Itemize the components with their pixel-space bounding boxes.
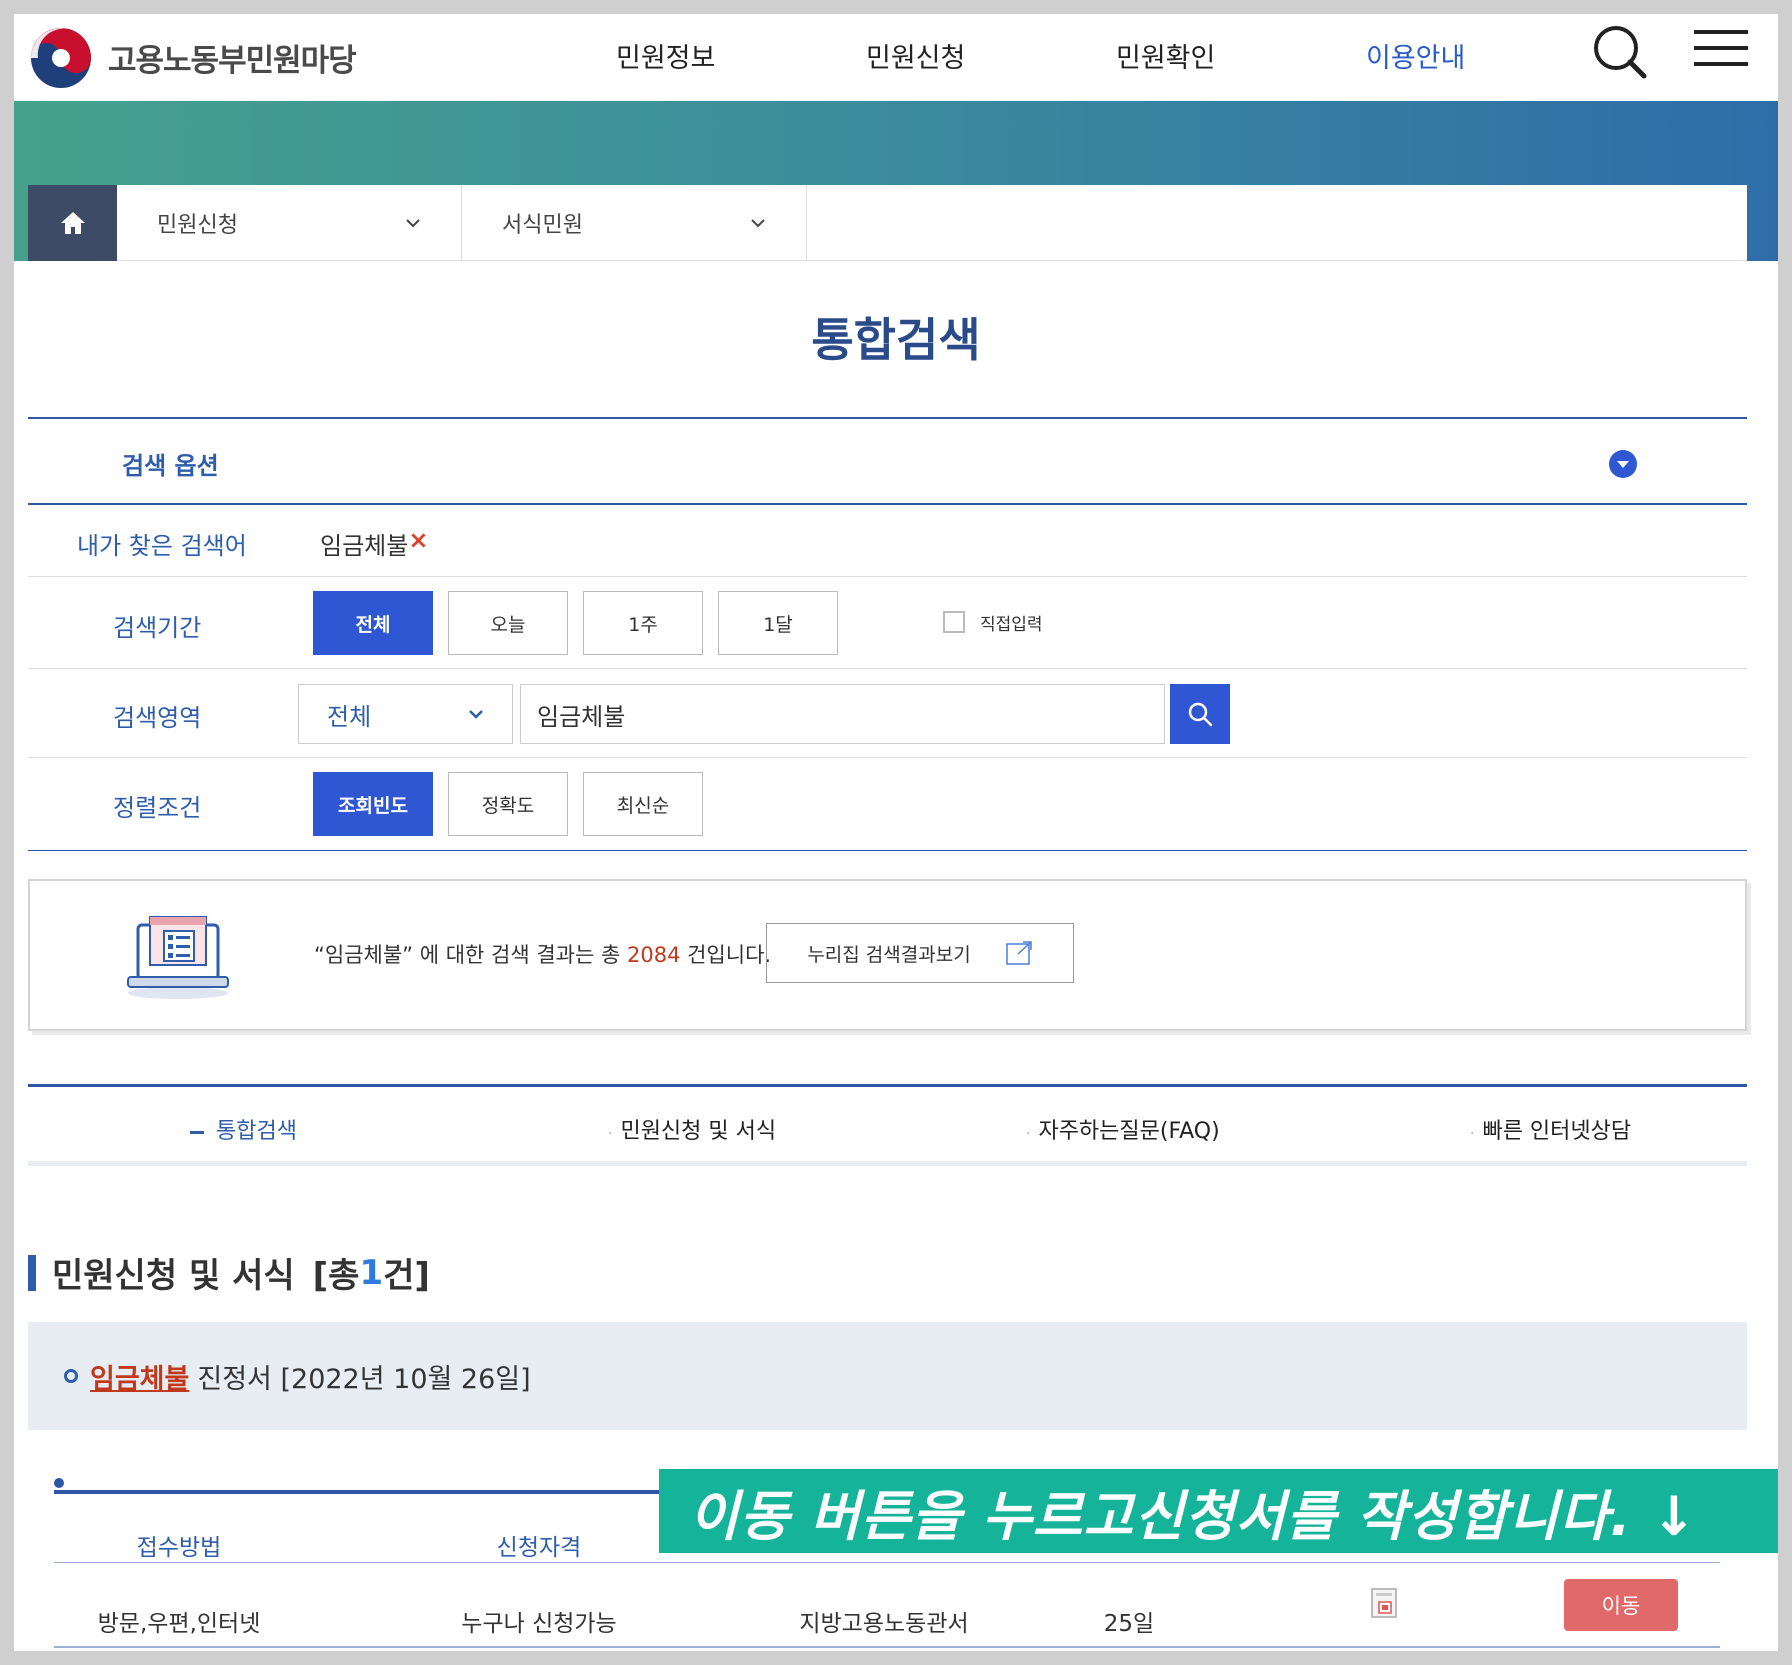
active-marker — [190, 1130, 204, 1134]
home-icon — [60, 212, 85, 234]
table-header-divider — [54, 1562, 1720, 1563]
breadcrumb-level1[interactable]: 민원신청 — [117, 185, 462, 261]
nav-civil-check[interactable]: 민원확인 — [1116, 36, 1215, 75]
section-title-text: 민원신청 및 서식 — [52, 1256, 295, 1296]
nav-guide[interactable]: 이용안내 — [1366, 36, 1465, 75]
page: 고용노동부민원마당 민원정보 민원신청 민원확인 이용안내 민원신청 서식민원 … — [14, 14, 1778, 1651]
remove-keyword-icon[interactable]: × — [408, 526, 428, 561]
my-keyword-chip: 임금체불 × — [320, 526, 428, 561]
section-title-bar — [28, 1254, 36, 1291]
laptop-document-icon — [126, 915, 230, 1005]
divider — [28, 668, 1747, 669]
document-download-icon[interactable] — [1370, 1587, 1398, 1623]
result-item-link[interactable]: 임금체불 — [90, 1357, 189, 1396]
area-select-value: 전체 — [327, 702, 372, 731]
bullet-dot: · — [608, 1126, 613, 1142]
sort-accuracy-button[interactable]: 정확도 — [448, 772, 568, 836]
table-cell-days: 25일 — [1103, 1611, 1155, 1637]
home-button[interactable] — [28, 185, 117, 261]
area-label: 검색영역 — [113, 704, 202, 732]
site-header: 고용노동부민원마당 민원정보 민원신청 민원확인 이용안내 — [14, 14, 1778, 101]
logo-text: 고용노동부민원마당 — [108, 43, 357, 79]
breadcrumb: 민원신청 서식민원 — [28, 185, 1747, 261]
section-count-suffix: 건] — [383, 1256, 430, 1296]
breadcrumb-level2-label: 서식민원 — [502, 213, 583, 238]
tab-faq[interactable]: · 자주하는질문(FAQ) — [1026, 1113, 1220, 1145]
page-title: 통합검색 — [811, 313, 981, 367]
circle-bullet-icon — [64, 1369, 78, 1383]
tab-civil-forms[interactable]: · 민원신청 및 서식 — [608, 1113, 776, 1145]
divider — [28, 503, 1747, 505]
result-summary-prefix: “임금체불” 에 대한 검색 결과는 총 — [314, 943, 627, 967]
chevron-down-icon — [406, 219, 420, 228]
section-title: 민원신청 및 서식 [총 1 건] — [28, 1248, 430, 1297]
period-today-button[interactable]: 오늘 — [448, 591, 568, 655]
search-options-toggle[interactable] — [1608, 449, 1638, 483]
table-marker — [54, 1478, 64, 1488]
external-results-label: 누리집 검색결과보기 — [807, 943, 971, 966]
chevron-down-circle-icon — [1609, 450, 1637, 478]
sort-label: 정렬조건 — [113, 794, 202, 822]
period-all-button[interactable]: 전체 — [313, 591, 433, 655]
direct-input-checkbox[interactable] — [943, 611, 965, 633]
table-bottom-border — [54, 1646, 1720, 1648]
nav-civil-info[interactable]: 민원정보 — [616, 36, 715, 75]
divider — [28, 757, 1747, 758]
result-tabs: 통합검색 · 민원신청 및 서식 · 자주하는질문(FAQ) · 빠른 인터넷상담 — [28, 1084, 1747, 1166]
result-item: 임금체불 진정서 [2022년 10월 26일] — [28, 1322, 1747, 1430]
external-results-button[interactable]: 누리집 검색결과보기 — [766, 923, 1074, 983]
search-input-value: 임금체불 — [537, 702, 626, 731]
table-header-method: 접수방법 — [136, 1535, 222, 1561]
search-icon[interactable] — [1592, 24, 1648, 84]
divider — [28, 850, 1747, 851]
tab-faq-label: 자주하는질문(FAQ) — [1038, 1119, 1220, 1144]
taegeuk-logo-icon — [28, 25, 94, 91]
bullet-dot: · — [1026, 1126, 1031, 1142]
period-week-button[interactable]: 1주 — [583, 591, 703, 655]
table-cell-method: 방문,우편,인터넷 — [97, 1611, 261, 1637]
sort-views-button[interactable]: 조회빈도 — [313, 772, 433, 836]
search-options-label: 검색 옵션 — [122, 452, 219, 480]
table-cell-office: 지방고용노동관서 — [799, 1611, 969, 1637]
breadcrumb-level1-label: 민원신청 — [157, 213, 238, 238]
site-logo[interactable]: 고용노동부민원마당 — [28, 14, 357, 101]
my-keywords-label: 내가 찾은 검색어 — [77, 532, 247, 560]
result-summary-text: “임금체불” 에 대한 검색 결과는 총 2084 건입니다. — [314, 939, 771, 969]
bullet-dot: · — [1470, 1126, 1475, 1142]
chevron-down-icon — [751, 219, 765, 228]
table-cell-eligibility: 누구나 신청가능 — [461, 1611, 617, 1637]
result-summary-box: “임금체불” 에 대한 검색 결과는 총 2084 건입니다. 누리집 검색결과… — [28, 879, 1747, 1031]
divider — [28, 417, 1747, 419]
breadcrumb-level2[interactable]: 서식민원 — [462, 185, 807, 261]
my-keyword-text[interactable]: 임금체불 — [320, 526, 408, 561]
result-summary-suffix: 건입니다. — [680, 943, 772, 967]
tab-integrated-search[interactable]: 통합검색 — [190, 1113, 297, 1145]
section-count: 1 — [359, 1252, 384, 1293]
search-button[interactable] — [1170, 684, 1230, 744]
direct-input-label: 직접입력 — [980, 615, 1043, 635]
sort-latest-button[interactable]: 최신순 — [583, 772, 703, 836]
result-item-title: 진정서 [2022년 10월 26일] — [197, 1363, 531, 1395]
external-link-icon — [1005, 941, 1032, 965]
area-select[interactable]: 전체 — [298, 684, 513, 744]
menu-icon[interactable] — [1694, 28, 1750, 72]
tab-integrated-search-label: 통합검색 — [216, 1119, 297, 1144]
tab-civil-forms-label: 민원신청 및 서식 — [620, 1119, 777, 1144]
instruction-caption: 이동 버튼을 누르고신청서를 작성합니다. ↓ — [659, 1469, 1778, 1553]
divider — [28, 576, 1747, 577]
tab-online-consult[interactable]: · 빠른 인터넷상담 — [1470, 1113, 1631, 1145]
period-month-button[interactable]: 1달 — [718, 591, 838, 655]
section-count-prefix: [총 — [312, 1256, 360, 1296]
chevron-down-icon — [469, 710, 483, 719]
result-count: 2084 — [626, 943, 681, 967]
search-icon — [1188, 702, 1213, 727]
table-header-eligibility: 신청자격 — [496, 1535, 582, 1561]
tab-online-consult-label: 빠른 인터넷상담 — [1482, 1119, 1632, 1144]
nav-civil-apply[interactable]: 민원신청 — [866, 36, 965, 75]
move-button[interactable]: 이동 — [1564, 1579, 1678, 1631]
period-label: 검색기간 — [113, 614, 202, 642]
search-input[interactable]: 임금체불 — [520, 684, 1165, 744]
